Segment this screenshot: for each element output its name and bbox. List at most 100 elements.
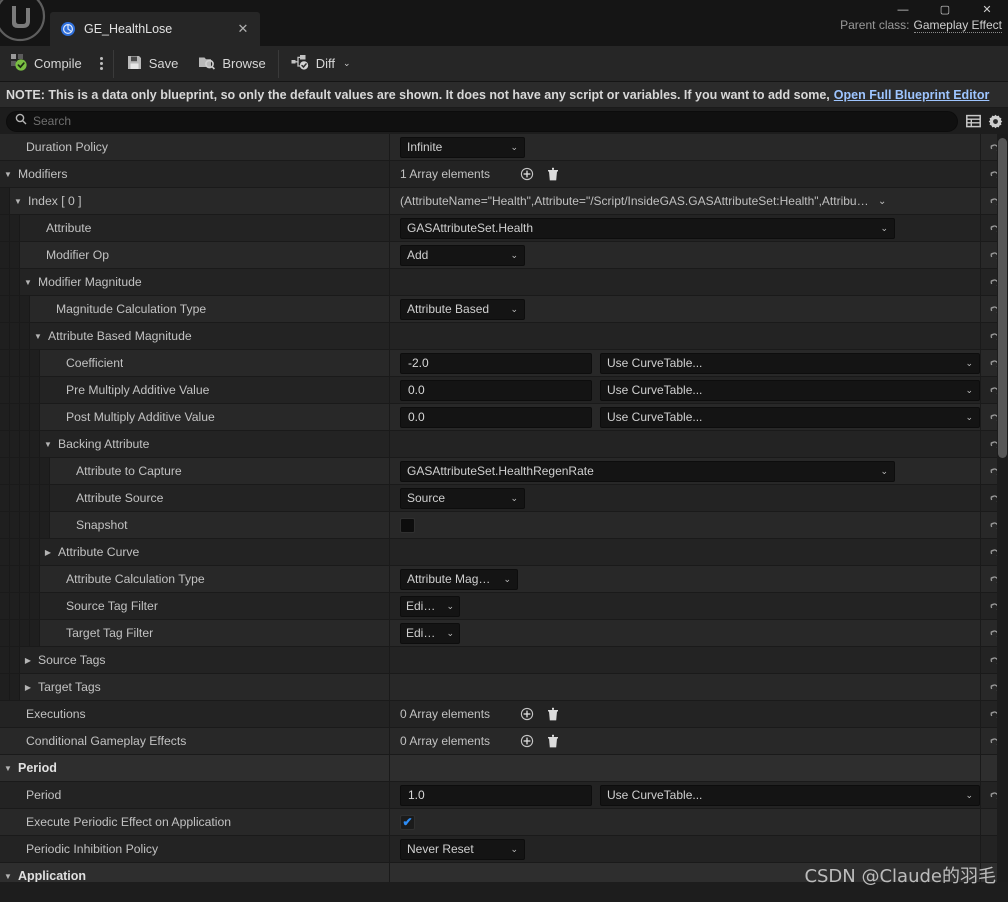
expander-open-icon[interactable]: ▼ [0, 170, 16, 179]
property-row[interactable]: Post Multiply Additive Value 0.0 Use Curve… [0, 404, 1008, 431]
gear-icon[interactable] [984, 110, 1006, 132]
main-toolbar: Compile Save Browse Diff ⌄ [0, 46, 1008, 82]
curve-table-dropdown[interactable]: Use CurveTable... ⌄ [600, 379, 980, 401]
property-row[interactable]: Period 1.0 Use CurveTable... ⌄ [0, 782, 1008, 809]
property-name-cell: ▶ Attribute Curve [0, 539, 390, 565]
property-section-header[interactable]: ▼ Period [0, 755, 1008, 782]
add-array-element-icon[interactable] [518, 705, 536, 723]
expander-open-icon[interactable]: ▼ [0, 764, 16, 773]
clear-array-icon[interactable] [544, 165, 562, 183]
window-close-button[interactable]: ✕ [966, 0, 1008, 20]
browse-button[interactable]: Browse [188, 46, 275, 82]
property-row[interactable]: Modifier Op Add ⌄ [0, 242, 1008, 269]
property-row[interactable]: Magnitude Calculation Type Attribute Base… [0, 296, 1008, 323]
property-row[interactable]: ▼ Modifiers 1 Array elements [0, 161, 1008, 188]
table-view-icon[interactable] [962, 110, 984, 132]
browse-label: Browse [222, 56, 266, 71]
clear-array-icon[interactable] [544, 705, 562, 723]
property-row[interactable]: ▼ Backing Attribute [0, 431, 1008, 458]
vertical-scrollbar[interactable] [997, 134, 1008, 882]
property-value-cell: Never Reset ⌄ [390, 836, 980, 862]
curve-table-dropdown[interactable]: Use CurveTable... ⌄ [600, 784, 980, 806]
chevron-down-icon[interactable]: ⌄ [343, 58, 351, 69]
property-row[interactable]: Snapshot [0, 512, 1008, 539]
property-label: Post Multiply Additive Value [66, 410, 215, 424]
indent-guide [0, 674, 10, 700]
indent-guide [0, 188, 10, 214]
property-row[interactable]: Source Tag Filter Edit... ⌄ [0, 593, 1008, 620]
numeric-input[interactable]: 1.0 [400, 784, 592, 806]
numeric-input[interactable]: 0.0 [400, 379, 592, 401]
clear-array-icon[interactable] [544, 732, 562, 750]
property-dropdown[interactable]: Edit... ⌄ [400, 622, 460, 644]
property-row[interactable]: Pre Multiply Additive Value 0.0 Use CurveT… [0, 377, 1008, 404]
curve-table-dropdown[interactable]: Use CurveTable... ⌄ [600, 406, 980, 428]
property-dropdown[interactable]: GASAttributeSet.HealthRegenRate ⌄ [400, 460, 895, 482]
parent-class-info: Parent class: Gameplay Effect [840, 18, 1002, 33]
property-dropdown[interactable]: Infinite ⌄ [400, 136, 525, 158]
property-row[interactable]: Attribute Calculation Type Attribute Magn… [0, 566, 1008, 593]
property-section-header[interactable]: ▼ Application [0, 863, 1008, 882]
save-button[interactable]: Save [116, 46, 189, 82]
numeric-input[interactable]: -2.0 [400, 352, 592, 374]
compile-button[interactable]: Compile [0, 46, 92, 82]
property-row[interactable]: Attribute GASAttributeSet.Health ⌄ [0, 215, 1008, 242]
property-row[interactable]: Duration Policy Infinite ⌄ [0, 134, 1008, 161]
property-row[interactable]: Target Tag Filter Edit... ⌄ [0, 620, 1008, 647]
search-input[interactable] [33, 114, 949, 128]
property-dropdown[interactable]: Attribute Based ⌄ [400, 298, 525, 320]
property-row[interactable]: Execute Periodic Effect on Application ✔ [0, 809, 1008, 836]
property-dropdown[interactable]: Never Reset ⌄ [400, 838, 525, 860]
curve-table-dropdown[interactable]: Use CurveTable... ⌄ [600, 352, 980, 374]
dropdown-value: GASAttributeSet.HealthRegenRate [407, 464, 594, 478]
window-maximize-button[interactable]: ▢ [924, 0, 966, 20]
property-row[interactable]: Executions 0 Array elements [0, 701, 1008, 728]
editor-tab-ge-healthlose[interactable]: GE_HealthLose ✕ [50, 12, 260, 46]
expander-closed-icon[interactable]: ▶ [40, 548, 56, 557]
parent-class-link[interactable]: Gameplay Effect [913, 18, 1002, 33]
diff-button[interactable]: Diff ⌄ [281, 46, 361, 82]
property-value-cell: Infinite ⌄ [390, 134, 980, 160]
open-full-blueprint-editor-link[interactable]: Open Full Blueprint Editor [834, 88, 990, 102]
property-dropdown[interactable]: Source ⌄ [400, 487, 525, 509]
expander-closed-icon[interactable]: ▶ [20, 683, 36, 692]
property-dropdown[interactable]: GASAttributeSet.Health ⌄ [400, 217, 895, 239]
search-box[interactable] [6, 110, 958, 132]
property-row[interactable]: Coefficient -2.0 Use CurveTable... ⌄ [0, 350, 1008, 377]
property-row[interactable]: ▶ Source Tags [0, 647, 1008, 674]
property-row[interactable]: Attribute to Capture GASAttributeSet.Heal… [0, 458, 1008, 485]
expander-open-icon[interactable]: ▼ [10, 197, 26, 206]
property-dropdown[interactable]: Edit... ⌄ [400, 595, 460, 617]
property-value-cell [390, 647, 980, 673]
compile-options-kebab-icon[interactable] [92, 46, 111, 82]
property-row[interactable]: ▶ Attribute Curve [0, 539, 1008, 566]
property-row[interactable]: ▼ Modifier Magnitude [0, 269, 1008, 296]
property-row[interactable]: Conditional Gameplay Effects 0 Array elem… [0, 728, 1008, 755]
expander-open-icon[interactable]: ▼ [30, 332, 46, 341]
tab-close-icon[interactable]: ✕ [236, 21, 250, 37]
property-checkbox[interactable] [400, 517, 415, 533]
expander-open-icon[interactable]: ▼ [20, 278, 36, 287]
expander-open-icon[interactable]: ▼ [0, 872, 16, 881]
expander-closed-icon[interactable]: ▶ [20, 656, 36, 665]
expander-open-icon[interactable]: ▼ [40, 440, 56, 449]
property-checkbox[interactable]: ✔ [400, 814, 415, 830]
add-array-element-icon[interactable] [518, 732, 536, 750]
window-minimize-button[interactable]: — [882, 0, 924, 20]
compile-icon [10, 53, 28, 74]
property-row[interactable]: Attribute Source Source ⌄ [0, 485, 1008, 512]
property-dropdown[interactable]: Add ⌄ [400, 244, 525, 266]
add-array-element-icon[interactable] [518, 165, 536, 183]
property-dropdown[interactable]: Attribute Magnitude ⌄ [400, 568, 518, 590]
indent-guide [20, 458, 30, 484]
chevron-down-icon[interactable]: ⌄ [878, 196, 886, 207]
property-row[interactable]: ▼ Attribute Based Magnitude [0, 323, 1008, 350]
property-label: Source Tags [38, 653, 106, 667]
vertical-scrollbar-thumb[interactable] [998, 138, 1007, 458]
property-label: Attribute to Capture [76, 464, 182, 478]
numeric-input[interactable]: 0.0 [400, 406, 592, 428]
details-property-tree[interactable]: Duration Policy Infinite ⌄ ▼ Modifiers 1 Arra… [0, 134, 1008, 882]
property-row[interactable]: ▼ Index [ 0 ] (AttributeName="Health",Attr… [0, 188, 1008, 215]
property-row[interactable]: ▶ Target Tags [0, 674, 1008, 701]
property-row[interactable]: Periodic Inhibition Policy Never Reset ⌄ [0, 836, 1008, 863]
